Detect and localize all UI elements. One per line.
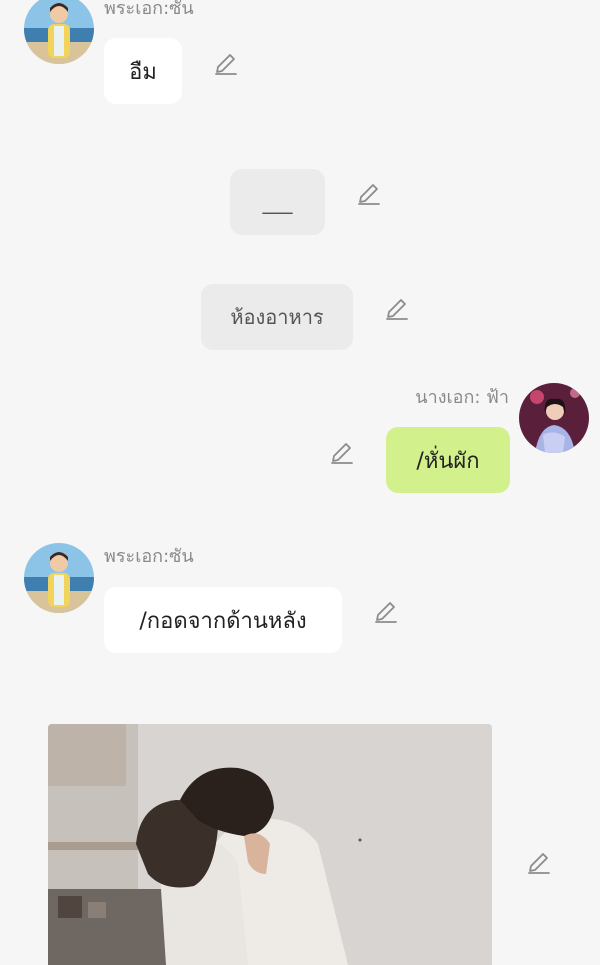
- message-bubble[interactable]: /หั่นผัก: [386, 427, 510, 493]
- edit-pencil-icon[interactable]: [356, 181, 382, 207]
- avatar-male-lead[interactable]: [24, 0, 94, 64]
- avatar-female-lead[interactable]: [519, 383, 589, 453]
- avatar-male-lead[interactable]: [24, 543, 94, 613]
- edit-pencil-icon[interactable]: [213, 51, 239, 77]
- sender-name: พระเอก:ซัน: [104, 546, 194, 567]
- sender-name: พระเอก:ซัน: [104, 0, 194, 19]
- sender-name: นางเอก: ฟ้า: [415, 387, 509, 408]
- message-bubble[interactable]: /กอดจากด้านหลัง: [104, 587, 342, 653]
- edit-pencil-icon[interactable]: [373, 599, 399, 625]
- edit-pencil-icon[interactable]: [384, 296, 410, 322]
- image-message[interactable]: [48, 724, 492, 965]
- edit-pencil-icon[interactable]: [526, 850, 552, 876]
- system-message[interactable]: ___: [230, 169, 325, 235]
- system-message[interactable]: ห้องอาหาร: [201, 284, 353, 350]
- edit-pencil-icon[interactable]: [329, 440, 355, 466]
- message-bubble[interactable]: อืม: [104, 38, 182, 104]
